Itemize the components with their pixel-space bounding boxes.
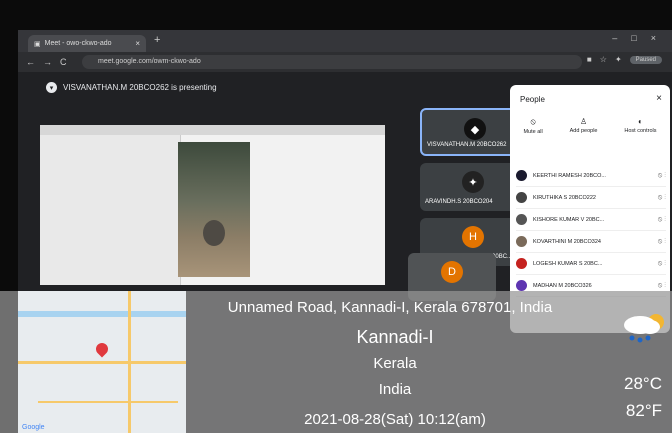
mute-icon: ⦸ (530, 117, 536, 126)
shared-photo (178, 142, 250, 277)
meet-favicon-icon: ▣ (34, 40, 41, 48)
more-options-icon[interactable]: ⦸ ⋮ (658, 238, 666, 246)
list-item[interactable]: KISHORE KUMAR V 20BC... ⦸ ⋮ (516, 209, 666, 231)
map-road (38, 401, 178, 403)
more-options-icon[interactable]: ⦸ ⋮ (658, 260, 666, 268)
close-icon[interactable]: × (656, 93, 662, 104)
participant-initial: D (441, 261, 463, 283)
more-options-icon[interactable]: ⦸ ⋮ (658, 194, 666, 202)
host-controls-button[interactable]: ◐ Host controls (624, 117, 656, 135)
map-road (128, 291, 131, 433)
close-tab-icon[interactable]: × (135, 39, 140, 48)
photo-pot (203, 220, 225, 246)
location-city: Kannadi-I (356, 327, 434, 347)
temperature-fahrenheit: 82°F (625, 401, 662, 420)
avatar (516, 192, 527, 203)
browser-tabbar: ▣ Meet - owo-ckwo-ado × + – □ × (18, 30, 672, 52)
reload-icon[interactable]: C (60, 57, 67, 67)
list-item[interactable]: KEERTHI RAMESH 20BCO... ⦸ ⋮ (516, 165, 666, 187)
minimize-icon[interactable]: – (612, 33, 617, 43)
more-options-icon[interactable]: ⦸ ⋮ (658, 216, 666, 224)
location-country: India (378, 381, 412, 398)
participant-initial: H (462, 226, 484, 248)
extensions-icon[interactable]: ✦ (615, 55, 622, 64)
profile-paused-button[interactable]: Paused (629, 55, 662, 64)
person-name: KOVARTHINI M 20BCO324 (533, 238, 601, 245)
location-datetime: 2021-08-28(Sat) 10:12(am) (304, 411, 486, 428)
people-actions: ⦸ Mute all ♙ Add people ◐ Host controls (510, 117, 670, 135)
avatar (516, 214, 527, 225)
participant-tile[interactable]: ✦ ⦸ ARAVINDH.S 20BCO204 (420, 163, 524, 211)
person-name: KISHORE KUMAR V 20BC... (533, 216, 605, 223)
back-icon[interactable]: ← (26, 57, 35, 67)
mute-all-button[interactable]: ⦸ Mute all (523, 117, 542, 135)
close-window-icon[interactable]: × (651, 33, 656, 43)
toolbar-icons: ■ ☆ ✦ Paused (587, 55, 662, 64)
weather-rain-icon (624, 314, 664, 343)
person-name: KEERTHI RAMESH 20BCO... (533, 172, 606, 179)
list-item[interactable]: KIRUTHIKA S 20BCO222 ⦸ ⋮ (516, 187, 666, 209)
presenter-avatar-icon: ▾ (46, 82, 57, 93)
more-options-icon[interactable]: ⦸ ⋮ (658, 282, 666, 290)
avatar (516, 280, 527, 291)
map-road (18, 361, 186, 364)
shared-toolbar (40, 125, 385, 135)
temperature-celsius: 28°C (624, 374, 662, 393)
new-tab-icon[interactable]: + (154, 34, 160, 46)
people-title: People (520, 95, 545, 104)
add-person-icon: ♙ (579, 117, 588, 126)
location-map: Google (18, 291, 186, 433)
participant-avatar: ✦ (462, 171, 484, 193)
map-pin-icon (93, 340, 111, 358)
avatar (516, 236, 527, 247)
location-state: Kerala (373, 355, 417, 372)
more-options-icon[interactable]: ⦸ ⋮ (658, 172, 666, 180)
google-logo: Google (22, 424, 45, 431)
window-controls: – □ × (612, 33, 656, 43)
add-people-button[interactable]: ♙ Add people (570, 117, 598, 135)
forward-icon[interactable]: → (43, 57, 52, 67)
map-river (18, 311, 186, 317)
person-name: MADHAN M 20BCO326 (533, 282, 592, 289)
person-name: LOGESH KUMAR S 20BC... (533, 260, 603, 267)
location-address: Unnamed Road, Kannadi-I, Kerala 678701, … (227, 299, 553, 316)
shared-sidebar (40, 135, 181, 285)
person-name: KIRUTHIKA S 20BCO222 (533, 194, 596, 201)
toggle-icon: ◐ (638, 117, 643, 126)
browser-tab[interactable]: ▣ Meet - owo-ckwo-ado × (28, 35, 146, 52)
avatar (516, 170, 527, 181)
participant-name: ARAVINDH.S 20BCO204 (425, 199, 493, 205)
participant-name: VISVANATHAN.M 20BCO262 (427, 142, 507, 148)
maximize-icon[interactable]: □ (631, 33, 636, 43)
presenting-banner: ▾ VISVANATHAN.M 20BCO262 is presenting (46, 82, 217, 93)
people-list: KEERTHI RAMESH 20BCO... ⦸ ⋮ KIRUTHIKA S 2… (516, 165, 666, 297)
url-field[interactable]: meet.google.com/owm-ckwo-ado (82, 55, 582, 69)
presenting-text: VISVANATHAN.M 20BCO262 is presenting (63, 83, 217, 92)
avatar (516, 258, 527, 269)
participant-tile[interactable]: ◆ ⋮ VISVANATHAN.M 20BCO262 (420, 108, 524, 156)
tab-title: Meet - owo-ckwo-ado (44, 40, 112, 47)
participant-avatar: ◆ (464, 118, 486, 140)
camera-icon[interactable]: ■ (587, 55, 592, 64)
star-icon[interactable]: ☆ (600, 55, 607, 64)
list-item[interactable]: KOVARTHINI M 20BCO324 ⦸ ⋮ (516, 231, 666, 253)
address-bar-row: ← → C meet.google.com/owm-ckwo-ado ■ ☆ ✦… (18, 52, 672, 72)
list-item[interactable]: LOGESH KUMAR S 20BC... ⦸ ⋮ (516, 253, 666, 275)
